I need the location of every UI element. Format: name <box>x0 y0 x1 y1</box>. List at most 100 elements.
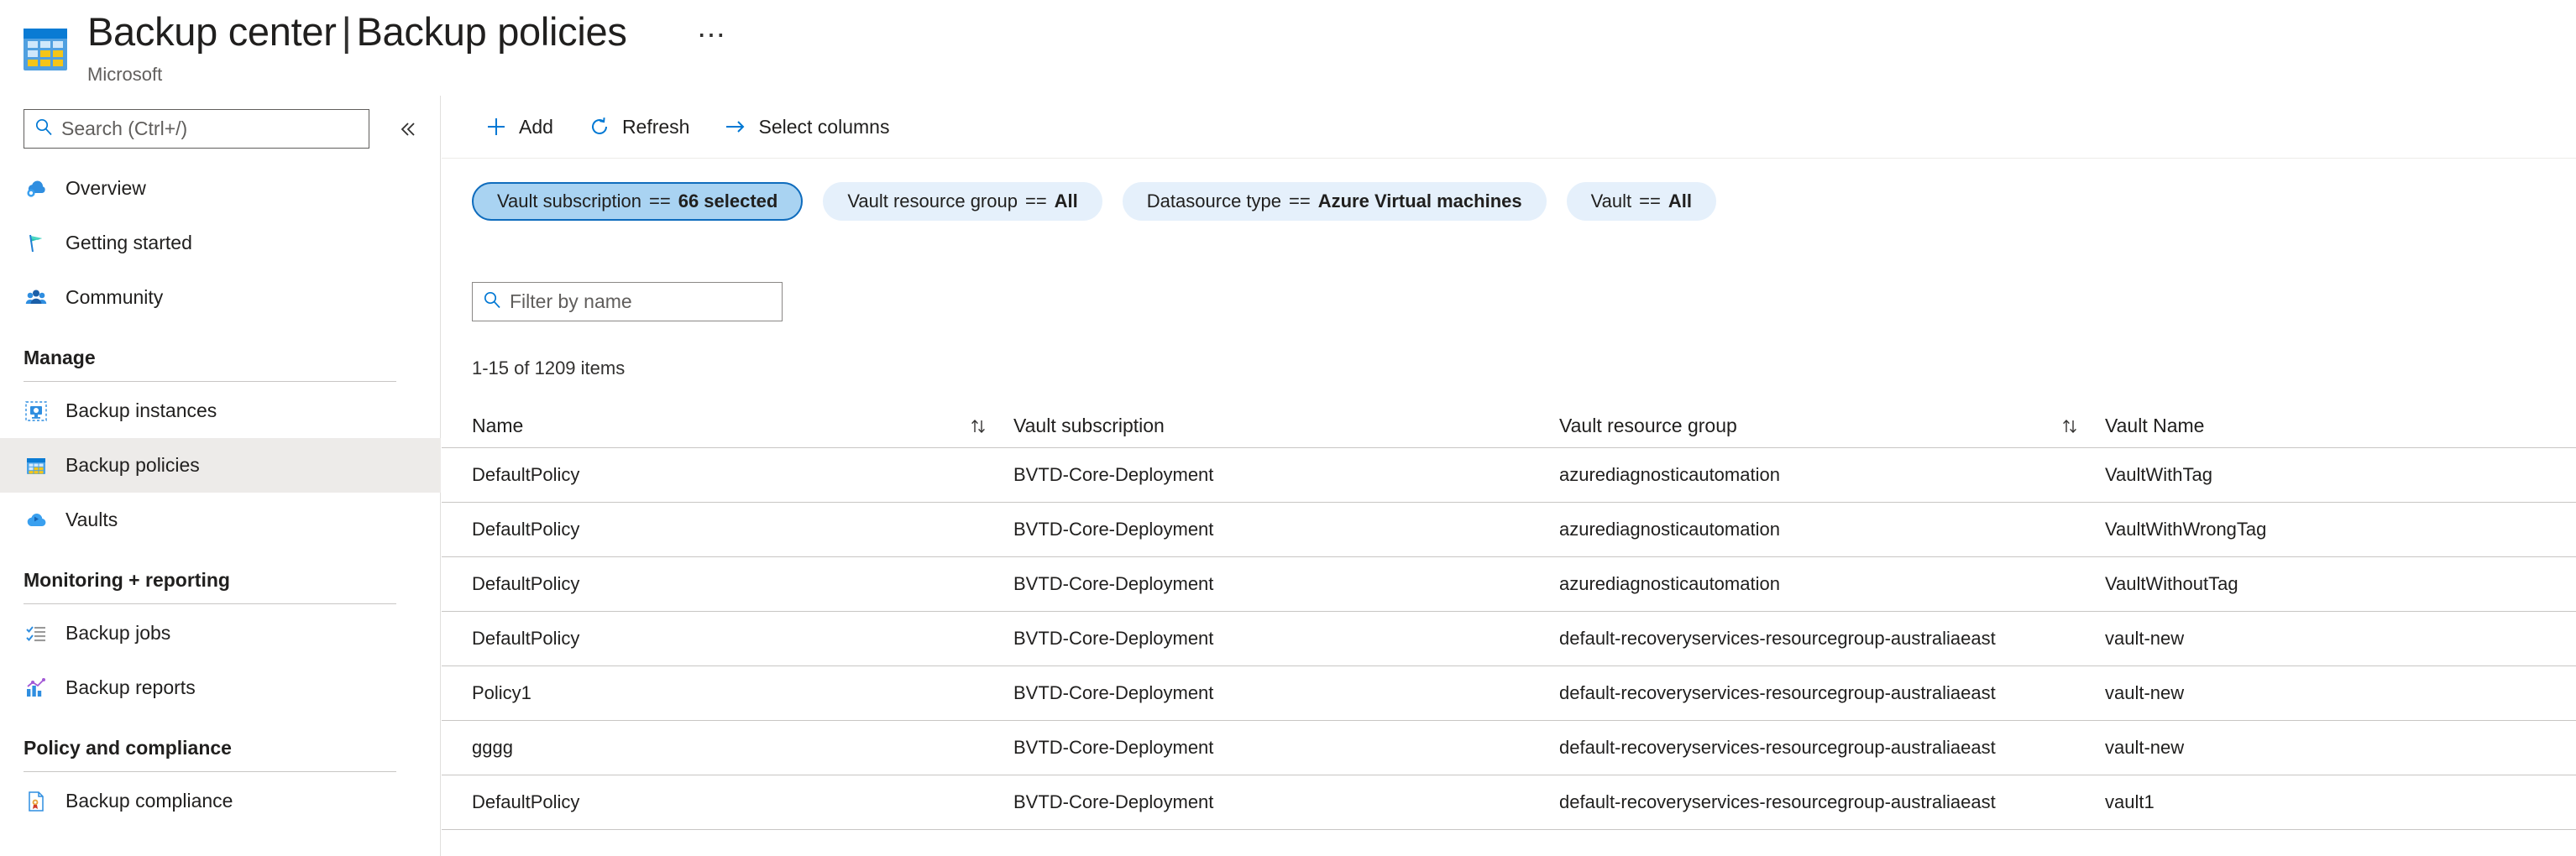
cell-vault-resource-group: default-recoveryservices-resourcegroup-a… <box>1559 791 2105 813</box>
cell-name: DefaultPolicy <box>472 628 1013 650</box>
filter-by-name-input[interactable] <box>510 290 753 313</box>
column-header-vault-subscription[interactable]: Vault subscription <box>1013 415 1559 437</box>
vault-cloud-icon <box>24 508 49 533</box>
sidebar-item-backup-policies[interactable]: Backup policies <box>0 438 441 493</box>
cell-vault-name: VaultWithTag <box>2105 464 2542 486</box>
sidebar-item-label: Backup reports <box>65 676 196 699</box>
sidebar-item-label: Backup policies <box>65 454 200 477</box>
search-icon <box>34 117 53 140</box>
compliance-document-icon <box>24 789 49 814</box>
flag-icon <box>24 231 49 256</box>
sort-updown-icon[interactable] <box>2060 416 2080 436</box>
sidebar-item-backup-compliance[interactable]: Backup compliance <box>0 774 441 828</box>
cell-vault-subscription: BVTD-Core-Deployment <box>1013 682 1559 704</box>
backup-center-page: Backup center|Backup policies Microsoft … <box>0 0 2576 856</box>
pill-operator: == <box>1025 191 1047 212</box>
cell-vault-resource-group: azurediagnosticautomation <box>1559 464 2105 486</box>
cell-name: DefaultPolicy <box>472 791 1013 813</box>
cell-vault-subscription: BVTD-Core-Deployment <box>1013 737 1559 759</box>
select-columns-button-label: Select columns <box>758 116 889 138</box>
sidebar-item-backup-instances[interactable]: Backup instances <box>0 384 441 438</box>
command-bar: Add Refresh Select col <box>442 96 2576 158</box>
sidebar-item-label: Backup jobs <box>65 622 170 645</box>
main-content: Add Refresh Select col <box>442 96 2576 856</box>
cell-vault-name: vault1 <box>2105 791 2542 813</box>
column-header-label: Vault resource group <box>1559 415 1737 437</box>
pill-operator: == <box>1639 191 1661 212</box>
divider <box>24 381 396 382</box>
sidebar-group-title: Monitoring + reporting <box>24 569 441 592</box>
refresh-icon <box>587 114 612 139</box>
select-columns-button[interactable]: Select columns <box>711 106 901 148</box>
sidebar-collapse-button[interactable] <box>391 112 425 146</box>
item-count-label: 1-15 of 1209 items <box>472 358 625 379</box>
page-title: Backup center|Backup policies <box>87 7 627 57</box>
column-header-name[interactable]: Name <box>472 415 1013 437</box>
pill-value: 66 selected <box>678 191 778 212</box>
backup-policies-table: Name Vault subscription Vault resour <box>442 405 2576 830</box>
column-header-label: Name <box>472 415 523 437</box>
sidebar-item-backup-reports[interactable]: Backup reports <box>0 660 441 715</box>
pill-operator: == <box>1289 191 1311 212</box>
divider <box>24 771 396 772</box>
sidebar: Overview Getting started <box>0 96 441 856</box>
cell-name: DefaultPolicy <box>472 464 1013 486</box>
column-header-vault-resource-group[interactable]: Vault resource group <box>1559 415 2105 437</box>
cloud-overview-icon <box>24 176 49 201</box>
cell-vault-resource-group: default-recoveryservices-resourcegroup-a… <box>1559 737 2105 759</box>
cell-vault-name: VaultWithWrongTag <box>2105 519 2542 540</box>
backup-policies-icon <box>24 453 49 478</box>
filter-pill-datasource-type[interactable]: Datasource type == Azure Virtual machine… <box>1123 182 1547 221</box>
page-title-separator: | <box>337 9 357 54</box>
pill-field: Vault <box>1591 191 1632 212</box>
filter-pill-vault-subscription[interactable]: Vault subscription == 66 selected <box>472 182 803 221</box>
page-title-block: Backup center|Backup policies Microsoft <box>87 7 627 87</box>
sidebar-item-label: Backup instances <box>65 399 217 422</box>
command-bar-divider <box>442 158 2576 159</box>
sidebar-item-overview[interactable]: Overview <box>0 161 441 216</box>
table-row[interactable]: DefaultPolicy BVTD-Core-Deployment azure… <box>442 557 2576 612</box>
sidebar-nav: Overview Getting started <box>0 161 441 828</box>
pill-operator: == <box>649 191 671 212</box>
sidebar-group-title: Manage <box>24 347 441 369</box>
sidebar-item-vaults[interactable]: Vaults <box>0 493 441 547</box>
table-row[interactable]: DefaultPolicy BVTD-Core-Deployment defau… <box>442 775 2576 830</box>
cell-vault-subscription: BVTD-Core-Deployment <box>1013 519 1559 540</box>
sidebar-group-title: Policy and compliance <box>24 737 441 759</box>
more-options-button[interactable]: ⋯ <box>689 13 736 57</box>
column-header-vault-name[interactable]: Vault Name <box>2105 415 2542 437</box>
sidebar-item-community[interactable]: Community <box>0 270 441 325</box>
pill-value: All <box>1055 191 1078 212</box>
cell-vault-name: VaultWithoutTag <box>2105 573 2542 595</box>
cell-vault-subscription: BVTD-Core-Deployment <box>1013 628 1559 650</box>
column-header-label: Vault Name <box>2105 415 2204 437</box>
table-row[interactable]: DefaultPolicy BVTD-Core-Deployment defau… <box>442 612 2576 666</box>
column-header-label: Vault subscription <box>1013 415 1165 437</box>
bar-chart-icon <box>24 676 49 701</box>
refresh-button[interactable]: Refresh <box>575 106 702 148</box>
sidebar-item-getting-started[interactable]: Getting started <box>0 216 441 270</box>
table-row[interactable]: Policy1 BVTD-Core-Deployment default-rec… <box>442 666 2576 721</box>
sidebar-item-label: Getting started <box>65 232 192 254</box>
sidebar-search-box[interactable] <box>24 109 369 149</box>
add-button[interactable]: Add <box>472 106 565 148</box>
cell-name: gggg <box>472 737 1013 759</box>
plus-icon <box>484 114 509 139</box>
sidebar-group-policy-compliance: Policy and compliance <box>0 715 441 772</box>
pill-value: Azure Virtual machines <box>1318 191 1522 212</box>
pill-field: Datasource type <box>1147 191 1281 212</box>
filter-by-name-box[interactable] <box>472 282 783 321</box>
table-row[interactable]: gggg BVTD-Core-Deployment default-recove… <box>442 721 2576 775</box>
checklist-icon <box>24 621 49 646</box>
cell-vault-subscription: BVTD-Core-Deployment <box>1013 464 1559 486</box>
sidebar-item-backup-jobs[interactable]: Backup jobs <box>0 606 441 660</box>
search-input[interactable] <box>61 117 338 140</box>
sort-updown-icon[interactable] <box>968 416 988 436</box>
table-row[interactable]: DefaultPolicy BVTD-Core-Deployment azure… <box>442 448 2576 503</box>
cell-vault-name: vault-new <box>2105 737 2542 759</box>
sidebar-item-label: Overview <box>65 177 146 200</box>
table-row[interactable]: DefaultPolicy BVTD-Core-Deployment azure… <box>442 503 2576 557</box>
filter-pill-vault[interactable]: Vault == All <box>1567 182 1716 221</box>
filter-pill-vault-resource-group[interactable]: Vault resource group == All <box>823 182 1102 221</box>
cell-vault-resource-group: azurediagnosticautomation <box>1559 573 2105 595</box>
